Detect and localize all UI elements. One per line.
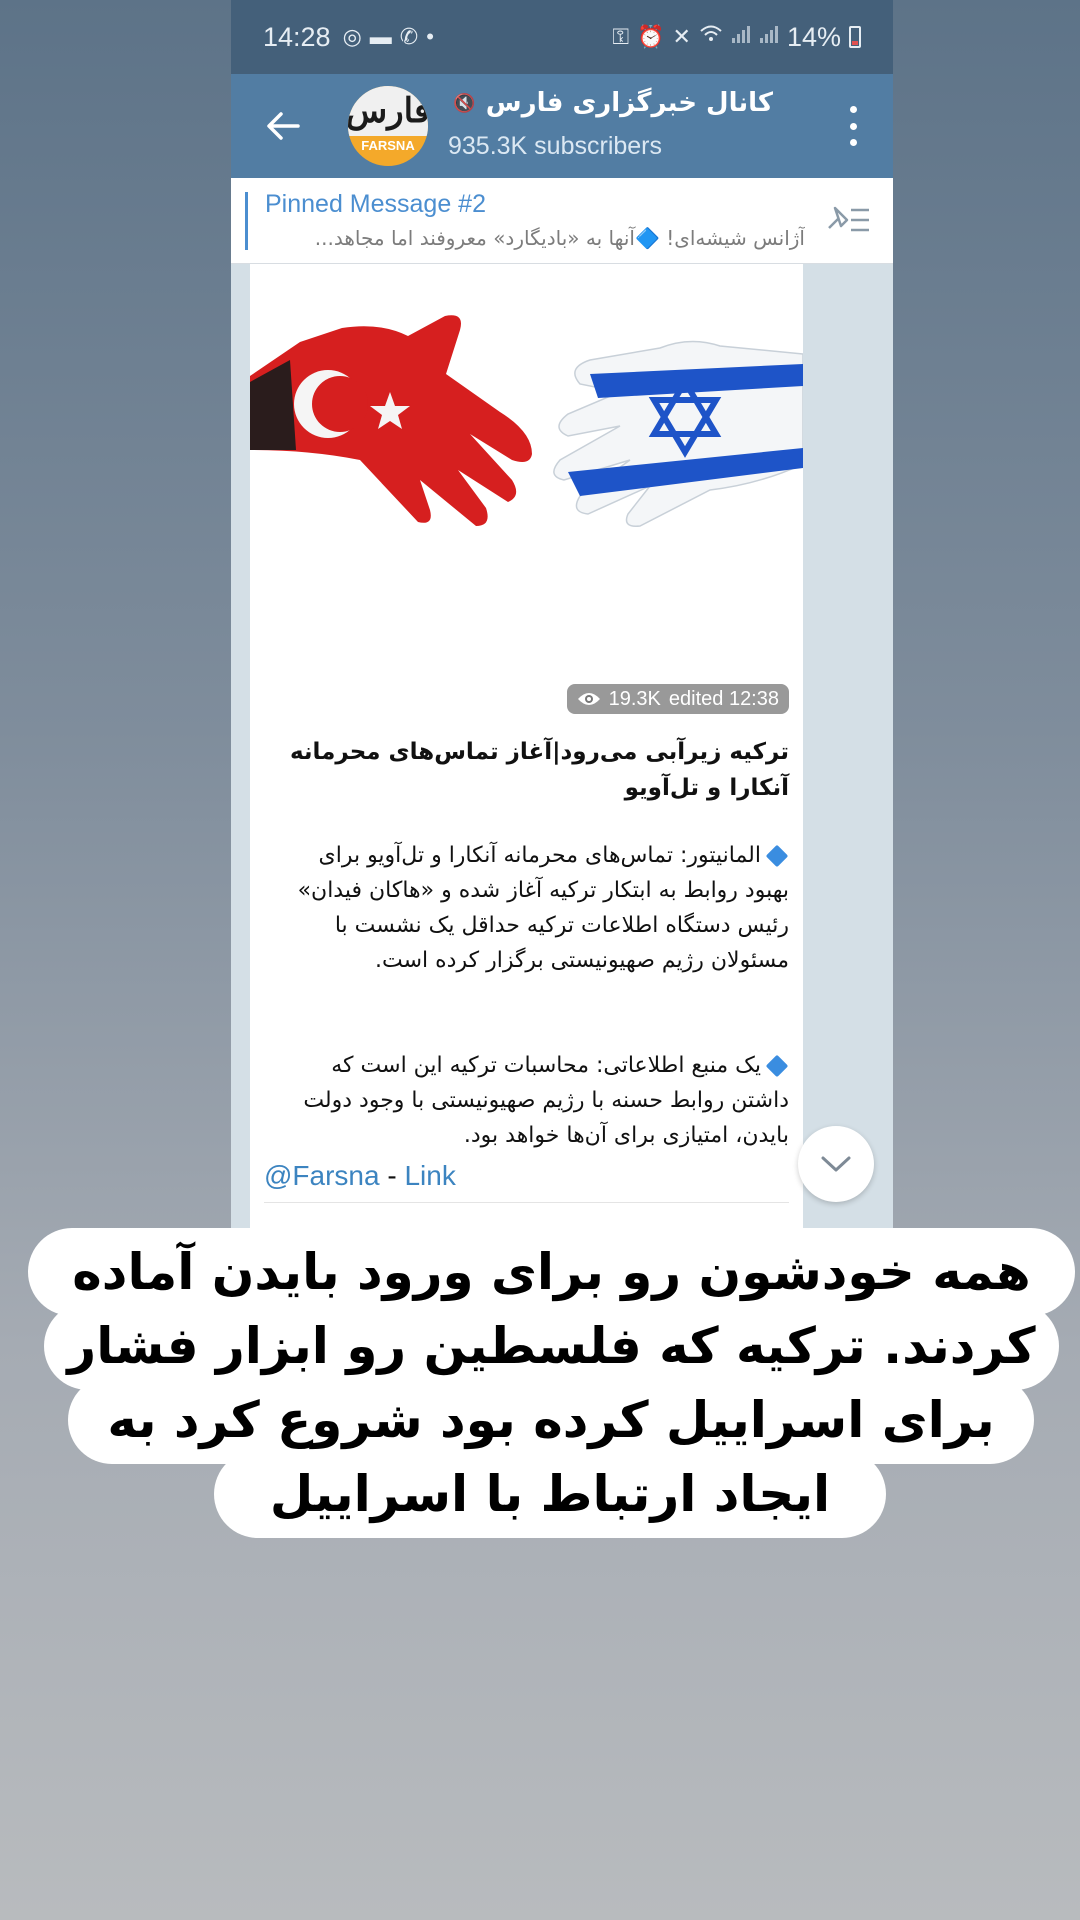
message-meta: 19.3K edited 12:38 (566, 684, 789, 714)
blue-diamond-icon (765, 1054, 789, 1078)
arrow-left-icon (267, 112, 300, 140)
chat-area[interactable]: 19.3K edited 12:38 ترکیه زیرآبی می‌رود|آ… (231, 264, 893, 1228)
paragraph-2-text: یک منبع اطلاعاتی: محاسبات ترکیه این است … (303, 1053, 789, 1148)
channel-title[interactable]: کانال خبرگزاری فارس 🔇 (413, 88, 773, 118)
avatar-logo-sub: FARSNA (361, 138, 415, 153)
edited-time: edited 12:38 (668, 687, 779, 710)
status-time: 14:28 (263, 21, 331, 52)
chevron-down-icon (821, 1156, 851, 1172)
message-links: @Farsna - Link (264, 1160, 456, 1192)
signal-icon (759, 24, 779, 50)
message-icon: ▬ (369, 24, 392, 49)
dot-icon (849, 122, 857, 130)
battery-percent: 14% (786, 21, 841, 52)
whatsapp-icon: ✆ (399, 24, 419, 49)
pinned-preview: آژانس شیشه‌ای! 🔷آنها به «بادیگارد» معروف… (314, 226, 805, 250)
pinned-list-button[interactable] (825, 200, 873, 240)
status-bar: 14:28 ◎ ▬ ✆ • ⚿ ⏰ ✕ 14% (231, 0, 893, 74)
dot-icon: • (426, 24, 434, 49)
system-icons: ⚿ ⏰ ✕ 14% (612, 22, 861, 53)
dot-icon (849, 139, 857, 146)
caption-line-4: ایجاد ارتباط با اسراییل (214, 1450, 886, 1538)
channel-handle-link[interactable]: @Farsna (264, 1160, 380, 1191)
channel-name: کانال خبرگزاری فارس (485, 88, 773, 118)
chat-header: فارس FARSNA کانال خبرگزاری فارس 🔇 935.3K… (231, 74, 893, 178)
alarm-icon: ⏰ (637, 24, 665, 49)
pin-list-icon (828, 206, 869, 232)
source-link[interactable]: Link (404, 1160, 455, 1191)
telegram-screenshot: 14:28 ◎ ▬ ✆ • ⚿ ⏰ ✕ 14% فارس FARSNA کانا… (231, 0, 893, 1228)
notification-icons: ◎ ▬ ✆ • (343, 24, 434, 50)
wifi-icon (699, 24, 723, 50)
key-icon: ⚿ (612, 24, 630, 49)
battery-icon (849, 26, 861, 48)
message-title: ترکیه زیرآبی می‌رود|آغاز تماس‌های محرمان… (289, 739, 789, 801)
message-divider (264, 1202, 789, 1203)
scroll-down-button[interactable] (798, 1126, 874, 1202)
view-count: 19.3K (608, 687, 661, 710)
link-separator: - (379, 1160, 405, 1191)
mute-icon: ✕ (672, 24, 691, 49)
message-paragraph-1: المانیتور: تماس‌های محرمانه آنکارا و تل‌… (269, 838, 789, 978)
message-bubble[interactable]: 19.3K edited 12:38 ترکیه زیرآبی می‌رود|آ… (250, 264, 803, 1228)
back-button[interactable] (261, 104, 305, 148)
subscriber-count: 935.3K subscribers (448, 132, 663, 160)
muted-icon: 🔇 (453, 92, 476, 114)
story-caption: همه خودشون رو برای ورود بایدن آماده کردن… (0, 1228, 1080, 1568)
more-options-button[interactable] (843, 106, 863, 146)
pinned-title: Pinned Message #2 (265, 190, 486, 218)
signal-icon (731, 24, 751, 50)
sync-icon: ◎ (342, 24, 362, 49)
handshake-illustration (250, 315, 803, 527)
message-photo[interactable]: 19.3K edited 12:38 (250, 264, 803, 714)
message-paragraph-2: یک منبع اطلاعاتی: محاسبات ترکیه این است … (269, 1048, 789, 1153)
dot-icon (849, 106, 857, 113)
pinned-message-bar[interactable]: Pinned Message #2 آژانس شیشه‌ای! 🔷آنها ب… (231, 178, 893, 264)
eye-icon (577, 693, 600, 705)
paragraph-1-text: المانیتور: تماس‌های محرمانه آنکارا و تل‌… (297, 843, 789, 973)
blue-diamond-icon (765, 844, 789, 868)
pinned-indicator (245, 192, 248, 250)
